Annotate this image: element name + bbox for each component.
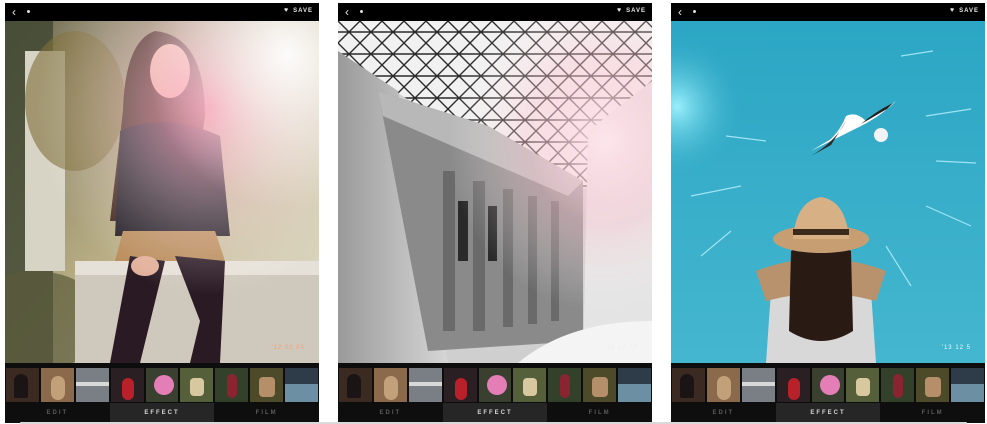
phone-screen-sky: ‹ ♥ SAVE '13 12 5 EDIT EFFECT FILM (671, 3, 985, 423)
filter-thumb[interactable] (548, 368, 582, 402)
photo-preview[interactable]: '12 02 05 (5, 21, 319, 363)
date-stamp: '13 12 5 (941, 345, 971, 351)
filter-thumb[interactable] (408, 368, 442, 402)
filter-thumb[interactable] (706, 368, 740, 402)
filter-strip (671, 368, 985, 402)
filter-thumb[interactable] (776, 368, 810, 402)
sky-photo (671, 21, 985, 363)
tab-edit[interactable]: EDIT (5, 403, 110, 423)
filter-thumb[interactable] (583, 368, 617, 402)
portrait-photo (5, 21, 319, 363)
filter-thumb[interactable] (339, 368, 372, 402)
top-bar: ‹ ♥ SAVE (671, 3, 985, 21)
filter-thumb[interactable] (811, 368, 845, 402)
filter-strip (5, 368, 319, 402)
filter-thumb[interactable] (250, 368, 284, 402)
top-bar: ‹ ♥ SAVE (5, 3, 319, 21)
tab-film[interactable]: FILM (214, 403, 319, 423)
filter-thumb[interactable] (75, 368, 109, 402)
heart-icon[interactable]: ♥ (284, 6, 288, 16)
filter-thumb[interactable] (180, 368, 214, 402)
tab-film[interactable]: FILM (880, 403, 985, 423)
tab-edit[interactable]: EDIT (338, 403, 443, 423)
filter-thumb[interactable] (215, 368, 249, 402)
tab-edit[interactable]: EDIT (671, 403, 776, 423)
bottom-tabs: EDIT EFFECT FILM (5, 403, 319, 423)
phone-screen-architecture: ‹ ♥ SAVE '15 12 12 EDIT EFFECT FILM (338, 3, 652, 423)
indicator-dot (693, 10, 696, 13)
filter-thumb[interactable] (110, 368, 144, 402)
filter-thumb[interactable] (373, 368, 407, 402)
bottom-tabs: EDIT EFFECT FILM (671, 403, 985, 423)
heart-icon[interactable]: ♥ (950, 6, 954, 16)
filter-thumb[interactable] (881, 368, 915, 402)
date-stamp: '12 02 05 (271, 345, 305, 351)
tab-effect[interactable]: EFFECT (109, 403, 215, 423)
save-button[interactable]: SAVE (293, 6, 313, 16)
phone-screen-portrait: ‹ ♥ SAVE '12 02 05 EDIT EFFECT FILM (5, 3, 319, 423)
filter-thumb[interactable] (846, 368, 880, 402)
top-bar: ‹ ♥ SAVE (338, 3, 652, 21)
filter-thumb[interactable] (285, 368, 319, 402)
heart-icon[interactable]: ♥ (617, 6, 621, 16)
filter-thumb[interactable] (145, 368, 179, 402)
filter-strip (338, 368, 652, 402)
save-button[interactable]: SAVE (626, 6, 646, 16)
chevron-left-icon[interactable]: ‹ (345, 4, 349, 20)
filter-thumb[interactable] (40, 368, 74, 402)
filter-thumb[interactable] (618, 368, 652, 402)
tab-film[interactable]: FILM (547, 403, 652, 423)
filter-thumb[interactable] (741, 368, 775, 402)
indicator-dot (27, 10, 30, 13)
filter-thumb[interactable] (916, 368, 950, 402)
photo-preview[interactable]: '15 12 12 (338, 21, 652, 363)
filter-thumb[interactable] (478, 368, 512, 402)
bottom-tabs: EDIT EFFECT FILM (338, 403, 652, 423)
filter-thumb[interactable] (6, 368, 39, 402)
save-button[interactable]: SAVE (959, 6, 979, 16)
architecture-photo (338, 21, 652, 363)
chevron-left-icon[interactable]: ‹ (678, 4, 682, 20)
tab-effect[interactable]: EFFECT (775, 403, 881, 423)
date-stamp: '15 12 12 (604, 345, 638, 351)
filter-thumb[interactable] (672, 368, 705, 402)
filter-thumb[interactable] (513, 368, 547, 402)
photo-preview[interactable]: '13 12 5 (671, 21, 985, 363)
filter-thumb[interactable] (951, 368, 985, 402)
filter-thumb[interactable] (443, 368, 477, 402)
chevron-left-icon[interactable]: ‹ (12, 4, 16, 20)
indicator-dot (360, 10, 363, 13)
tab-effect[interactable]: EFFECT (442, 403, 548, 423)
